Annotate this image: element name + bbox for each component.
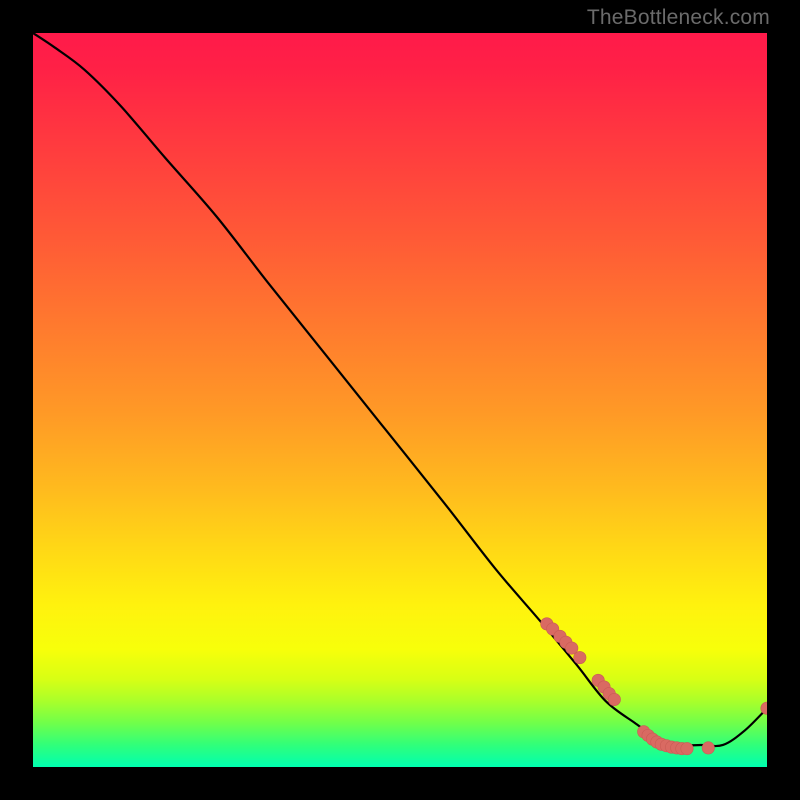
data-marker xyxy=(702,742,714,754)
attribution-text: TheBottleneck.com xyxy=(587,6,770,30)
chart-container: TheBottleneck.com xyxy=(0,0,800,800)
plot-area xyxy=(33,33,767,767)
curve-layer xyxy=(33,33,767,767)
curve-markers xyxy=(541,618,767,755)
data-marker xyxy=(574,651,586,663)
bottleneck-curve xyxy=(33,33,767,746)
data-marker xyxy=(681,742,693,754)
data-marker xyxy=(608,693,620,705)
